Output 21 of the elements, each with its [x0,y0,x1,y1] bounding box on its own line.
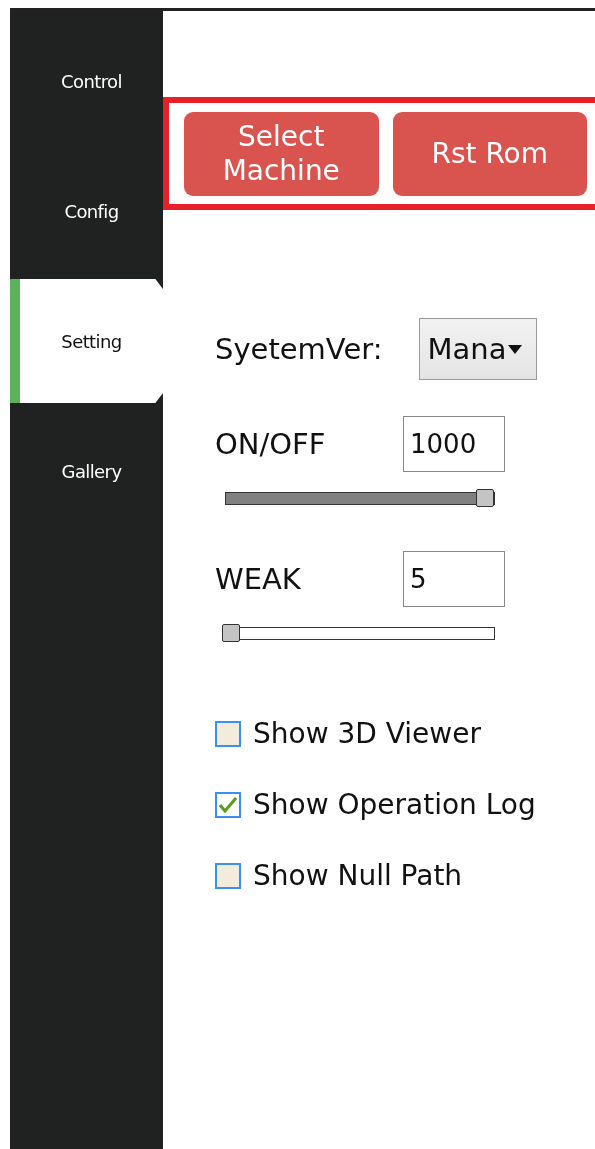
checkbox-label: Show Null Path [253,859,463,892]
slider-track[interactable] [225,492,495,505]
checkbox-label: Show Operation Log [253,788,536,821]
value-field[interactable]: 5 [403,551,505,607]
checkbox-label: Show 3D Viewer [253,717,481,750]
checkbox[interactable] [215,791,241,818]
action-button[interactable]: Select Machine [184,112,379,196]
checkbox[interactable] [215,720,241,747]
slider-label: WEAK [215,562,302,596]
caret-icon [508,344,523,354]
version-dropdown[interactable]: Mana [418,318,537,380]
check-icon [219,796,237,813]
checkbox[interactable] [215,862,241,889]
value-field[interactable]: 1000 [403,416,505,472]
slider-label: ON/OFF [215,427,327,461]
slider-track[interactable] [225,627,495,640]
sidebar-tab[interactable]: Setting [10,279,163,403]
slider-thumb[interactable] [476,489,494,507]
slider-thumb[interactable] [222,624,240,642]
action-button[interactable]: Rst Rom [392,112,587,196]
field-label: SyetemVer: [215,332,383,366]
